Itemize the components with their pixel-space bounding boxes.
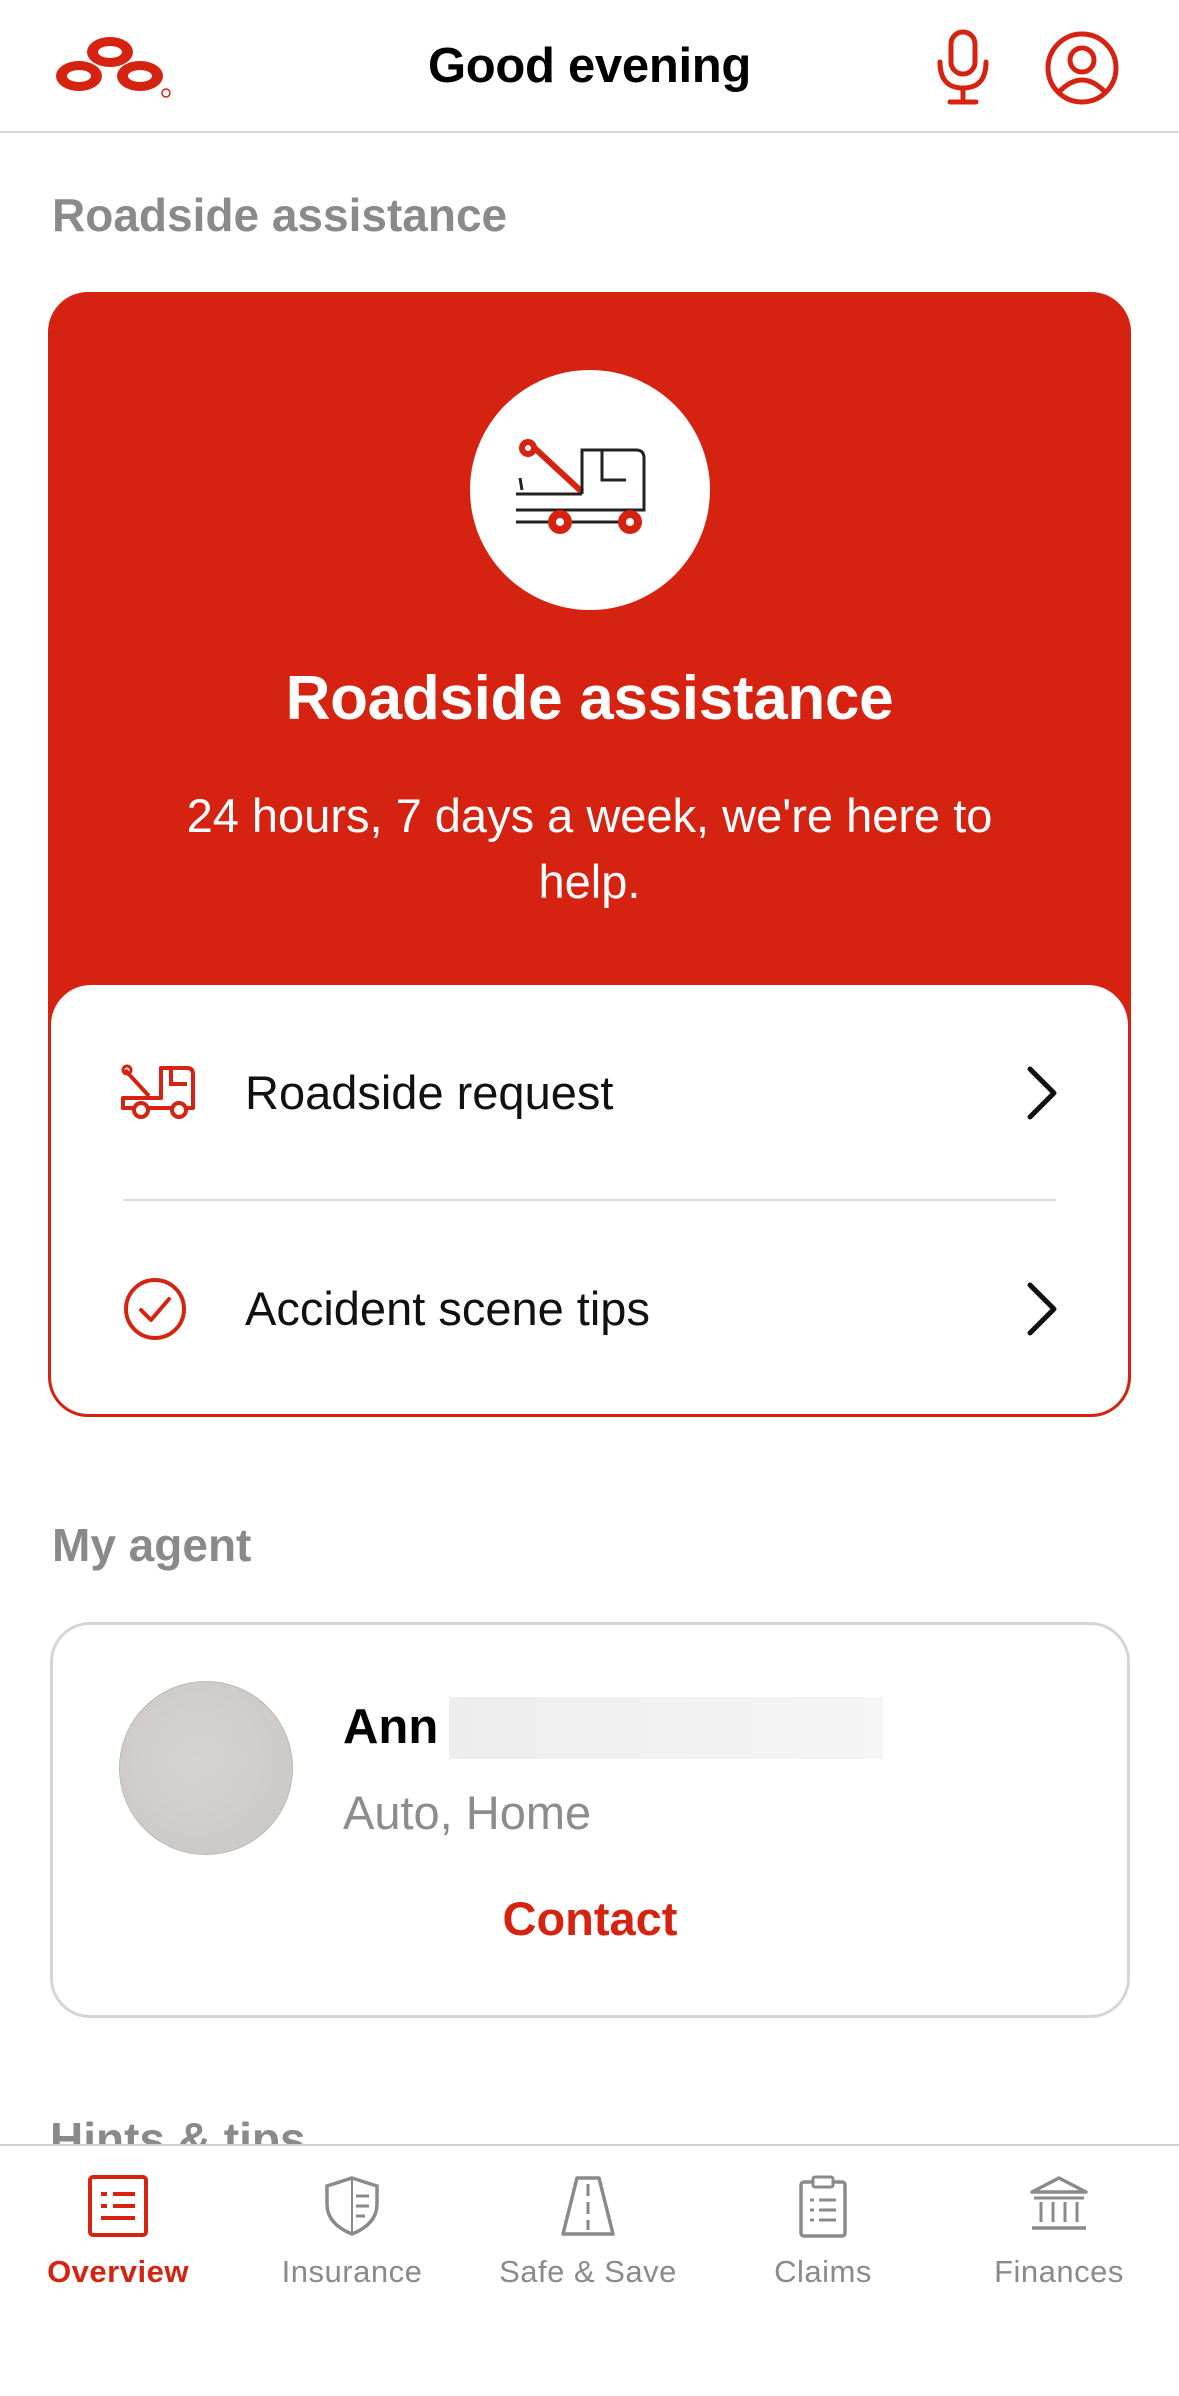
tab-label: Insurance xyxy=(281,2254,423,2289)
profile-icon[interactable] xyxy=(1044,30,1120,106)
tab-label: Overview xyxy=(47,2254,189,2289)
tow-truck-small-icon xyxy=(121,1064,195,1119)
roadside-card-subtitle: 24 hours, 7 days a week, we're here to h… xyxy=(186,789,993,908)
roadside-request-label: Roadside request xyxy=(245,1066,614,1119)
bottom-tab-bar: Overview Insurance Safe & Save Claims Fi… xyxy=(0,2144,1179,2396)
tab-label: Safe & Save xyxy=(499,2254,677,2289)
section-heading-agent: My agent xyxy=(52,1519,252,1571)
section-heading-roadside: Roadside assistance xyxy=(52,189,508,241)
shield-icon xyxy=(325,2176,379,2236)
bank-icon xyxy=(1030,2176,1088,2230)
roadside-options: Roadside request Accident scene tips xyxy=(51,985,1128,1414)
tab-finances[interactable]: Finances xyxy=(941,2146,1177,2346)
tow-truck-badge xyxy=(470,370,710,610)
tab-label: Finances xyxy=(994,2254,1124,2289)
avatar xyxy=(119,1681,293,1855)
overview-icon xyxy=(88,2175,148,2237)
agent-lines-of-business: Auto, Home xyxy=(343,1786,592,1839)
roadside-card: Roadside assistance 24 hours, 7 days a w… xyxy=(48,292,1131,1417)
tab-insurance[interactable]: Insurance xyxy=(234,2146,470,2346)
tab-label: Claims xyxy=(774,2254,872,2289)
tab-overview[interactable]: Overview xyxy=(0,2146,236,2346)
chevron-right-icon xyxy=(1027,1066,1057,1120)
tow-truck-icon xyxy=(516,439,646,534)
roadside-card-title: Roadside assistance xyxy=(285,664,894,733)
accident-tips-label: Accident scene tips xyxy=(245,1282,650,1335)
tab-claims[interactable]: Claims xyxy=(705,2146,941,2346)
tab-safe-and-save[interactable]: Safe & Save xyxy=(470,2146,706,2346)
agent-name: Ann xyxy=(343,1700,439,1754)
check-circle-icon xyxy=(124,1278,186,1340)
chevron-right-icon xyxy=(1027,1282,1057,1336)
road-icon xyxy=(561,2176,615,2236)
contact-button[interactable]: Contact xyxy=(53,1891,1127,1946)
accident-tips-row[interactable]: Accident scene tips xyxy=(51,1201,1128,1414)
agent-name-redacted xyxy=(449,1697,883,1759)
clipboard-icon xyxy=(799,2175,847,2238)
microphone-icon[interactable] xyxy=(932,28,994,106)
app-header: Good evening xyxy=(0,0,1179,133)
roadside-request-row[interactable]: Roadside request xyxy=(51,985,1128,1201)
agent-card: Ann Auto, Home Contact xyxy=(50,1622,1130,2018)
greeting-title: Good evening xyxy=(427,39,752,93)
